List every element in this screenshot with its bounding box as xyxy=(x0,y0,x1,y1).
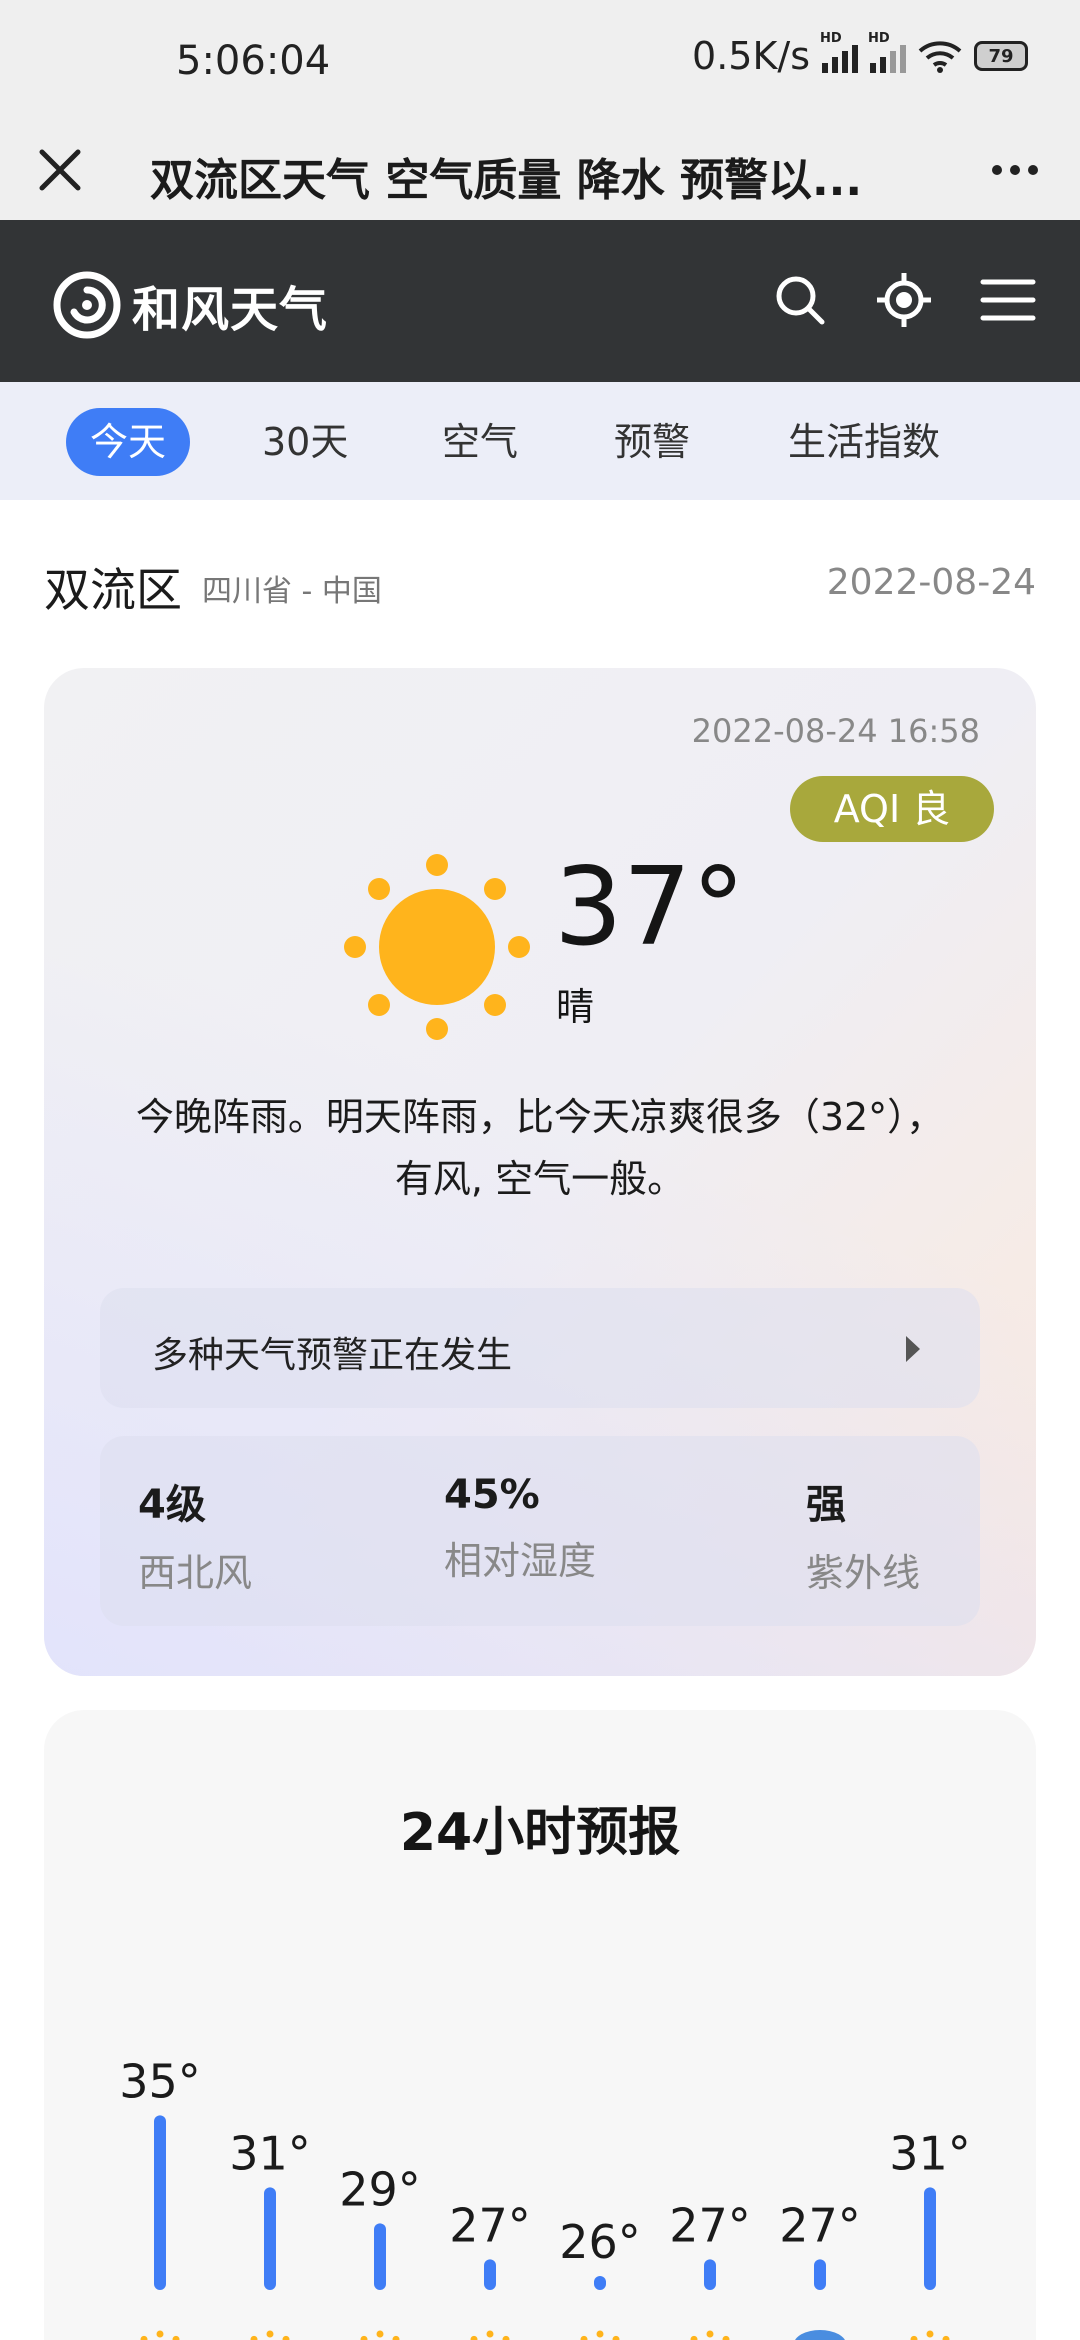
site-logo[interactable]: 和风天气 xyxy=(52,270,328,340)
weather-stats: 4级 西北风 45% 相对湿度 强 紫外线 xyxy=(100,1436,980,1626)
temperature-label: 31° xyxy=(889,2126,971,2180)
current-temperature: 37° xyxy=(554,845,746,970)
sun-icon xyxy=(910,2330,950,2340)
tab-life-index[interactable]: 生活指数 xyxy=(788,408,940,476)
browser-title-bar: 双流区天气 空气质量 降水 预警以... xyxy=(0,120,1080,220)
locate-icon xyxy=(877,273,931,327)
logo-text: 和风天气 xyxy=(132,282,329,338)
location-date: 2022-08-24 xyxy=(826,562,1036,603)
sun-icon xyxy=(470,2330,510,2340)
temperature-bar xyxy=(374,2223,386,2290)
close-icon xyxy=(39,149,81,191)
sun-icon xyxy=(140,2330,180,2340)
sun-icon xyxy=(580,2330,620,2340)
battery-icon: 79 xyxy=(974,41,1028,71)
aqi-badge[interactable]: AQI 良 xyxy=(790,776,994,842)
hamburger-menu-icon xyxy=(980,279,1036,321)
temperature-label: 31° xyxy=(229,2126,311,2180)
search-icon xyxy=(776,276,825,325)
location-row: 双流区 四川省 - 中国 2022-08-24 xyxy=(44,548,1036,618)
search-button[interactable] xyxy=(768,268,832,332)
tab-air[interactable]: 空气 xyxy=(442,408,518,476)
page-title: 双流区天气 空气质量 降水 预警以... xyxy=(150,155,863,206)
humidity-label: 相对湿度 xyxy=(444,1539,597,1583)
temperature-label: 26° xyxy=(559,2215,641,2269)
tab-warning[interactable]: 预警 xyxy=(614,408,690,476)
summary-line: 今晚阵雨。明天阵雨，比今天凉爽很多（32°）， xyxy=(135,1095,945,1139)
header-actions xyxy=(768,268,1040,332)
sun-icon xyxy=(690,2330,730,2340)
signal-icon: HD xyxy=(868,31,906,73)
temperature-bar xyxy=(704,2259,716,2290)
status-indicators: 0.5K/s HD HD 79 xyxy=(692,31,1028,78)
close-button[interactable] xyxy=(30,140,90,200)
wind-level: 4级 xyxy=(138,1482,206,1528)
status-bar: 5:06:04 0.5K/s HD HD 79 xyxy=(0,0,1080,120)
status-time: 5:06:04 xyxy=(176,38,331,84)
wind-direction: 西北风 xyxy=(138,1551,253,1595)
logo-icon xyxy=(53,271,121,339)
site-header: 和风天气 xyxy=(0,220,1080,382)
humidity-value: 45% xyxy=(444,1472,540,1518)
temperature-label: 35° xyxy=(119,2054,201,2108)
temperature-bar xyxy=(924,2187,936,2290)
stat-humidity: 45% 相对湿度 xyxy=(444,1472,596,1585)
locate-button[interactable] xyxy=(872,268,936,332)
temperature-label: 27° xyxy=(779,2198,861,2252)
caret-right-icon xyxy=(906,1336,920,1362)
cloud-icon xyxy=(795,2330,845,2340)
tab-30days[interactable]: 30天 xyxy=(262,408,348,476)
signal-icon: HD xyxy=(820,31,858,73)
wifi-icon xyxy=(918,41,962,73)
warning-banner[interactable]: 多种天气预警正在发生 xyxy=(100,1288,980,1408)
temperature-label: 29° xyxy=(339,2162,421,2216)
tab-bar: 今天 30天 空气 预警 生活指数 xyxy=(0,382,1080,500)
location-name: 双流区 xyxy=(44,563,182,617)
more-icon xyxy=(992,165,1002,175)
temperature-bar xyxy=(814,2259,826,2290)
temperature-bar xyxy=(484,2259,496,2290)
current-weather-card: 2022-08-24 16:58 AQI 良 37° 晴 今晚阵雨。明天阵雨，比… xyxy=(44,668,1036,1676)
sun-icon xyxy=(360,2330,400,2340)
uv-value: 强 xyxy=(806,1482,846,1528)
weather-summary: 今晚阵雨。明天阵雨，比今天凉爽很多（32°）， 有风, 空气一般。 xyxy=(84,1086,996,1210)
network-speed: 0.5K/s xyxy=(692,34,810,78)
temperature-label: 27° xyxy=(449,2198,531,2252)
location-region: 四川省 - 中国 xyxy=(202,574,382,609)
uv-label: 紫外线 xyxy=(806,1551,921,1595)
hourly-forecast-card: 24小时预报 35° 31° 29° 27° 26° 27° 27° 31° xyxy=(44,1710,1036,2340)
temperature-bar xyxy=(264,2187,276,2290)
hourly-temperature-chart: 35° 31° 29° 27° 26° 27° 27° 31° xyxy=(119,2054,971,2340)
summary-line: 有风, 空气一般。 xyxy=(394,1157,686,1201)
temperature-bar xyxy=(154,2115,166,2290)
temperature-label: 27° xyxy=(669,2198,751,2252)
warning-text: 多种天气预警正在发生 xyxy=(152,1335,513,1376)
sun-icon xyxy=(250,2330,290,2340)
stat-wind: 4级 西北风 xyxy=(138,1472,252,1597)
temperature-bar xyxy=(594,2276,606,2290)
stat-uv: 强 紫外线 xyxy=(806,1472,920,1597)
more-menu-button[interactable] xyxy=(980,140,1050,200)
current-condition: 晴 xyxy=(556,985,595,1029)
sun-icon xyxy=(344,854,530,1040)
menu-button[interactable] xyxy=(976,268,1040,332)
tab-today[interactable]: 今天 xyxy=(66,408,191,476)
update-time: 2022-08-24 16:58 xyxy=(691,712,980,750)
